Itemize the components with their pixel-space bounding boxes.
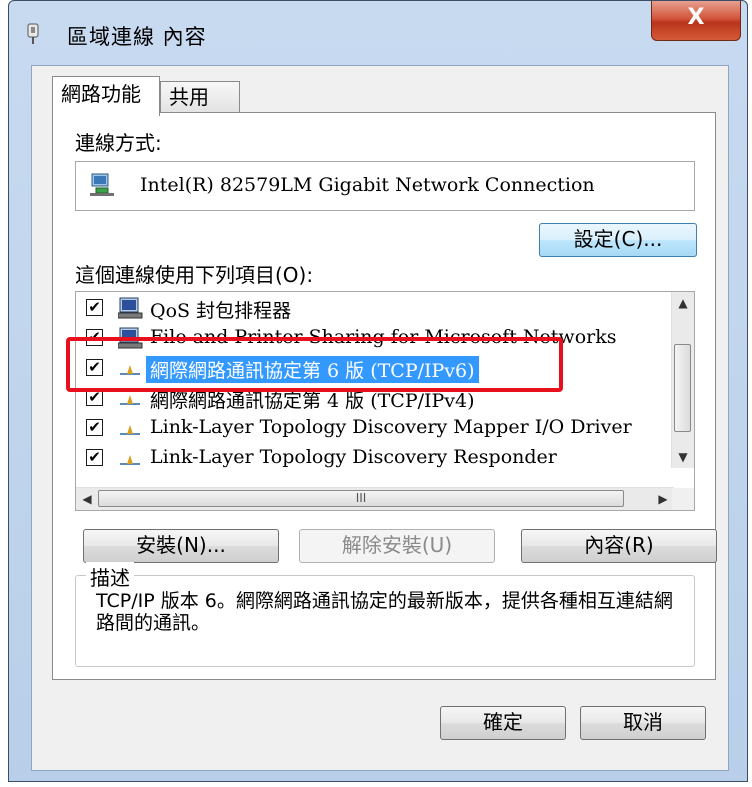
item-label: Link-Layer Topology Discovery Responder: [150, 446, 557, 468]
uninstall-button[interactable]: 解除安裝(U): [299, 529, 495, 563]
item-checkbox[interactable]: ✔: [86, 299, 103, 316]
service-icon: [117, 297, 144, 319]
item-label: QoS 封包排程器: [150, 300, 292, 322]
vertical-scroll-thumb[interactable]: [674, 344, 691, 432]
list-item[interactable]: ✔ QoS 封包排程器: [76, 292, 674, 324]
scroll-right-icon[interactable]: ▶: [652, 488, 674, 510]
ok-button[interactable]: 確定: [440, 706, 566, 740]
item-checkbox[interactable]: ✔: [86, 419, 103, 436]
cancel-button[interactable]: 取消: [580, 706, 706, 740]
configure-button[interactable]: 設定(C)...: [539, 223, 697, 257]
description-group: 描述 TCP/IP 版本 6。網際網路通訊協定的最新版本，提供各種相互連結網路間…: [75, 562, 695, 667]
protocol-icon: [118, 447, 144, 469]
scrollbar-corner: [672, 488, 694, 510]
list-item-selected[interactable]: ✔ 網際網路通訊協定第 6 版 (TCP/IPv6): [76, 352, 674, 384]
properties-window: 區域連線 內容 X 網路功能 共用 連線方式: Intel(R) 82579LM…: [8, 0, 748, 782]
adapter-box: Intel(R) 82579LM Gigabit Network Connect…: [75, 161, 695, 211]
item-label: Link-Layer Topology Discovery Mapper I/O…: [150, 416, 632, 438]
install-button[interactable]: 安裝(N)...: [83, 529, 279, 563]
list-item[interactable]: ✔ File and Printer Sharing for Microsoft…: [76, 322, 674, 354]
item-label: 網際網路通訊協定第 6 版 (TCP/IPv6): [146, 356, 479, 383]
service-icon: [117, 327, 144, 349]
scroll-up-icon[interactable]: ▲: [672, 292, 694, 314]
description-title: 描述: [86, 562, 134, 591]
network-card-icon: [90, 172, 114, 198]
items-label: 這個連線使用下列項目(O):: [75, 263, 314, 287]
properties-button[interactable]: 內容(R): [521, 529, 717, 563]
protocol-icon: [118, 357, 144, 379]
list-item[interactable]: ✔ 網際網路通訊協定第 4 版 (TCP/IPv4): [76, 382, 674, 414]
protocol-icon: [118, 417, 144, 439]
item-checkbox[interactable]: ✔: [86, 359, 103, 376]
scroll-down-icon[interactable]: ▼: [672, 446, 694, 468]
protocol-icon: [118, 387, 144, 409]
adapter-name: Intel(R) 82579LM Gigabit Network Connect…: [140, 174, 595, 196]
network-adapter-icon: [25, 23, 41, 45]
window-title: 區域連線 內容: [67, 25, 207, 49]
list-item[interactable]: ✔ Link-Layer Topology Discovery Responde…: [76, 442, 674, 474]
item-checkbox[interactable]: ✔: [86, 389, 103, 406]
networking-panel: 連線方式: Intel(R) 82579LM Gigabit Network C…: [52, 112, 717, 680]
items-list[interactable]: ✔ QoS 封包排程器 ✔ File and Printer Sharing f…: [75, 291, 695, 511]
item-checkbox[interactable]: ✔: [86, 449, 103, 466]
item-label: File and Printer Sharing for Microsoft N…: [150, 326, 617, 348]
horizontal-scroll-thumb[interactable]: III: [98, 490, 624, 507]
item-label: 網際網路通訊協定第 4 版 (TCP/IPv4): [150, 390, 475, 412]
title-bar[interactable]: 區域連線 內容 X: [9, 1, 747, 67]
tab-networking[interactable]: 網路功能: [52, 76, 160, 116]
vertical-scrollbar[interactable]: ▲ ▼: [671, 292, 694, 468]
item-checkbox[interactable]: ✔: [86, 329, 103, 346]
tab-sharing[interactable]: 共用: [160, 81, 240, 114]
close-button[interactable]: X: [651, 1, 741, 41]
connect-using-label: 連線方式:: [75, 131, 162, 155]
list-item[interactable]: ✔ Link-Layer Topology Discovery Mapper I…: [76, 412, 674, 444]
horizontal-scrollbar[interactable]: ◀ III ▶: [76, 487, 674, 510]
scroll-left-icon[interactable]: ◀: [76, 488, 98, 510]
dialog-client: 網路功能 共用 連線方式: Intel(R) 82579LM Gigabit N…: [31, 65, 729, 771]
description-text: TCP/IP 版本 6。網際網路通訊協定的最新版本，提供各種相互連結網路間的通訊…: [96, 590, 673, 634]
